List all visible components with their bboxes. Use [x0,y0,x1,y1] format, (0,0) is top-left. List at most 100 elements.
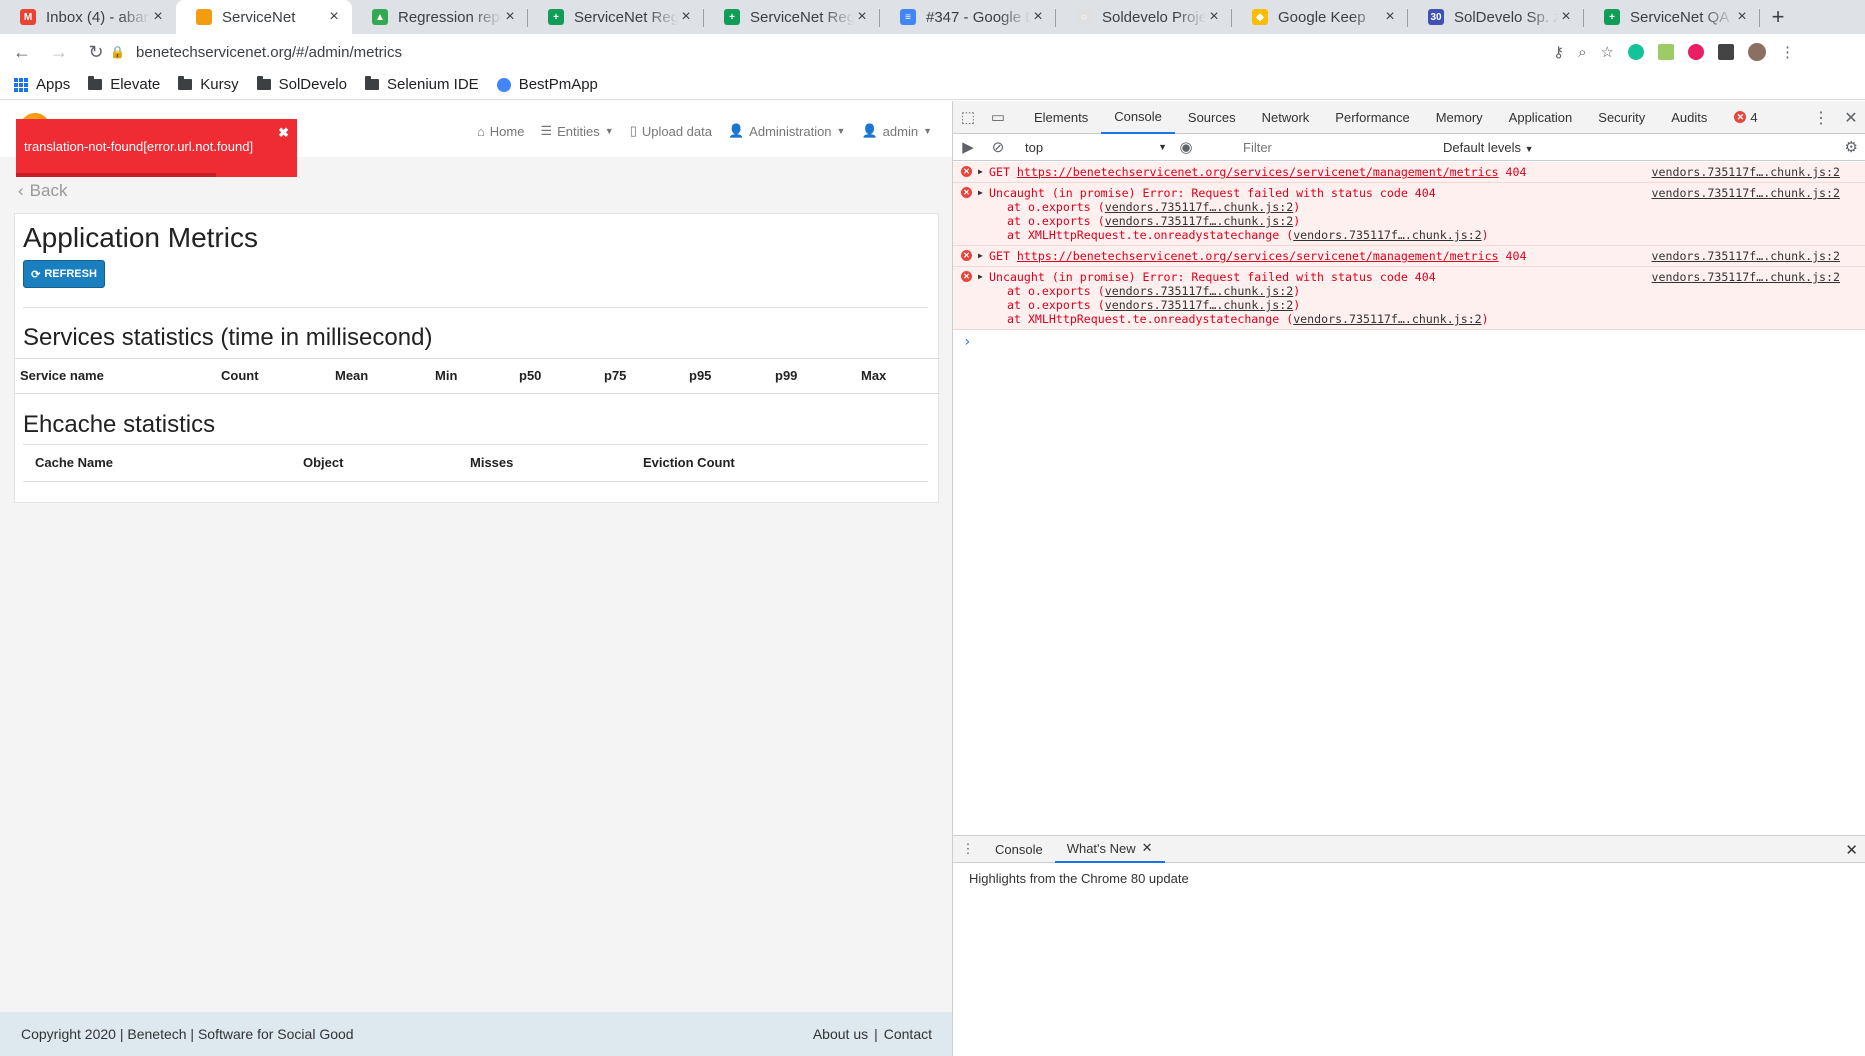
forward-arrow-icon[interactable]: → [44,37,74,67]
refresh-button[interactable]: ⟳ REFRESH [23,260,105,288]
close-tab-icon[interactable]: ✕ [1142,840,1153,856]
stack-source-link[interactable]: vendors.735117f….chunk.js:2 [1293,228,1481,242]
zoom-icon[interactable]: ⌕ [1578,44,1586,61]
drawer-tab-whats-new[interactable]: What's New ✕ [1054,836,1165,863]
close-icon[interactable]: ✖ [278,125,289,141]
bookmark-soldevelo[interactable]: SolDevelo [256,76,347,93]
browser-tab[interactable]: + ServiceNet QA D × [1584,0,1760,34]
expand-triangle-icon[interactable]: ▶ [978,165,983,179]
browser-tab[interactable]: ▲ Regression repo × [352,0,528,34]
bookmark-elevate[interactable]: Elevate [88,76,160,93]
devtools-tab-application[interactable]: Application [1496,101,1586,134]
grammarly-extension-icon[interactable] [1628,44,1644,60]
nav-account[interactable]: 👤 admin ▼ [861,123,932,139]
devtools-tab-elements[interactable]: Elements [1021,101,1101,134]
extension-icon[interactable] [1658,44,1674,60]
stack-source-link[interactable]: vendors.735117f….chunk.js:2 [1105,214,1293,228]
console-error-message[interactable]: ✕ ▶ GET https://benetechservicenet.org/ser… [953,246,1865,267]
eye-icon[interactable]: ◉ [1171,134,1201,161]
stack-source-link[interactable]: vendors.735117f….chunk.js:2 [1105,284,1293,298]
source-link[interactable]: vendors.735117f….chunk.js:2 [1652,249,1840,263]
expand-triangle-icon[interactable]: ▶ [978,249,983,263]
footer-contact-link[interactable]: Contact [884,1026,932,1042]
clear-console-icon[interactable]: ⊘ [983,134,1013,161]
close-tab-icon[interactable]: × [1734,8,1750,26]
browser-tab[interactable]: ◆ Google Keep × [1232,0,1408,34]
settings-gear-icon[interactable]: ⚙ [1845,138,1858,156]
inspect-element-icon[interactable]: ⬚ [953,101,983,134]
source-link[interactable]: vendors.735117f….chunk.js:2 [1652,270,1840,284]
drawer-menu-icon[interactable]: ⋮ [953,841,983,857]
close-drawer-icon[interactable]: ✕ [1845,841,1858,859]
nav-administration[interactable]: 👤 Administration ▼ [728,123,845,139]
source-link[interactable]: vendors.735117f….chunk.js:2 [1652,186,1840,200]
close-devtools-icon[interactable]: ✕ [1836,108,1865,128]
close-tab-icon[interactable]: × [1206,8,1222,26]
close-tab-icon[interactable]: × [1030,8,1046,26]
address-bar[interactable]: 🔒 benetechservicenet.org/#/admin/metrics… [110,37,1800,67]
console-error-message[interactable]: ✕ ▶ Uncaught (in promise) Error: Request f… [953,267,1865,330]
error-counter[interactable]: ✕ 4 [1734,110,1758,125]
nav-entities[interactable]: ☰ Entities ▼ [540,123,613,139]
bookmark-bestpmapp[interactable]: BestPmApp [496,76,598,93]
console-error-message[interactable]: ✕ ▶ Uncaught (in promise) Error: Request f… [953,183,1865,246]
back-link[interactable]: ‹ Back [18,181,67,201]
browser-tab[interactable]: ≡ #347 - Google Dc× [880,0,1056,34]
devtools-tab-performance[interactable]: Performance [1322,101,1422,134]
reload-icon[interactable]: ↻ [81,37,111,67]
devtools-tab-sources[interactable]: Sources [1175,101,1249,134]
nav-upload[interactable]: ▯ Upload data [630,123,712,139]
close-tab-icon[interactable]: × [326,8,342,26]
close-tab-icon[interactable]: × [678,8,694,26]
console-error-message[interactable]: ✕ ▶ GET https://benetechservicenet.org/ser… [953,162,1865,183]
extension-t-icon[interactable] [1688,44,1704,60]
close-tab-icon[interactable]: × [854,8,870,26]
more-options-icon[interactable]: ⋮ [1806,108,1836,128]
browser-tab[interactable]: M Inbox (4) - abara × [0,0,176,34]
log-levels-dropdown[interactable]: Default levels ▼ [1443,140,1534,155]
stack-frame-text: at o.exports ( [1007,298,1105,312]
stack-source-link[interactable]: vendors.735117f….chunk.js:2 [1105,298,1293,312]
new-tab-button[interactable]: + [1760,0,1796,34]
footer-about-link[interactable]: About us [813,1026,868,1042]
devtools-tab-console[interactable]: Console [1101,101,1175,134]
star-icon[interactable]: ☆ [1601,43,1614,61]
bookmark-apps[interactable]: Apps [14,76,70,93]
close-tab-icon[interactable]: × [502,8,518,26]
close-tab-icon[interactable]: × [1382,8,1398,26]
profile-avatar[interactable] [1748,43,1766,61]
browser-tab[interactable]: + ServiceNet Regr × [528,0,704,34]
console-filter-input[interactable] [1237,137,1437,157]
back-arrow-icon[interactable]: ← [7,37,37,67]
home-icon: ⌂ [476,123,485,139]
browser-tab[interactable]: ○ Soldevelo Projec × [1056,0,1232,34]
chrome-menu-icon[interactable]: ⋮ [1780,43,1800,61]
source-link[interactable]: vendors.735117f….chunk.js:2 [1652,165,1840,179]
browser-tab[interactable]: 30 SolDevelo Sp. z o× [1408,0,1584,34]
devtools-tab-audits[interactable]: Audits [1658,101,1720,134]
drawer-tab-console[interactable]: Console [983,836,1055,863]
context-selector[interactable]: top ▼ [1021,137,1171,157]
browser-tab[interactable]: ServiceNet × [176,0,352,34]
url-text[interactable]: benetechservicenet.org/#/admin/metrics [136,44,402,61]
sidebar-toggle-icon[interactable]: ▶ [953,134,983,161]
devtools-tab-security[interactable]: Security [1585,101,1658,134]
close-tab-icon[interactable]: × [150,8,166,26]
selenium-extension-icon[interactable] [1718,44,1734,60]
stack-source-link[interactable]: vendors.735117f….chunk.js:2 [1293,312,1481,326]
device-toolbar-icon[interactable]: ▭ [983,101,1013,134]
console-prompt[interactable]: › [953,330,1865,354]
stack-source-link[interactable]: vendors.735117f….chunk.js:2 [1105,200,1293,214]
devtools-tab-memory[interactable]: Memory [1423,101,1496,134]
close-tab-icon[interactable]: × [1558,8,1574,26]
expand-triangle-icon[interactable]: ▶ [978,270,983,284]
bookmark-selenium-ide[interactable]: Selenium IDE [364,76,479,93]
bookmark-kursy[interactable]: Kursy [178,76,239,93]
request-url-link[interactable]: https://benetechservicenet.org/services/… [1017,249,1499,263]
browser-tab[interactable]: + ServiceNet Regr × [704,0,880,34]
expand-triangle-icon[interactable]: ▶ [978,186,983,200]
request-url-link[interactable]: https://benetechservicenet.org/services/… [1017,165,1499,179]
devtools-tab-network[interactable]: Network [1249,101,1323,134]
nav-home[interactable]: ⌂ Home [477,123,525,139]
key-icon[interactable]: ⚷ [1553,43,1564,61]
